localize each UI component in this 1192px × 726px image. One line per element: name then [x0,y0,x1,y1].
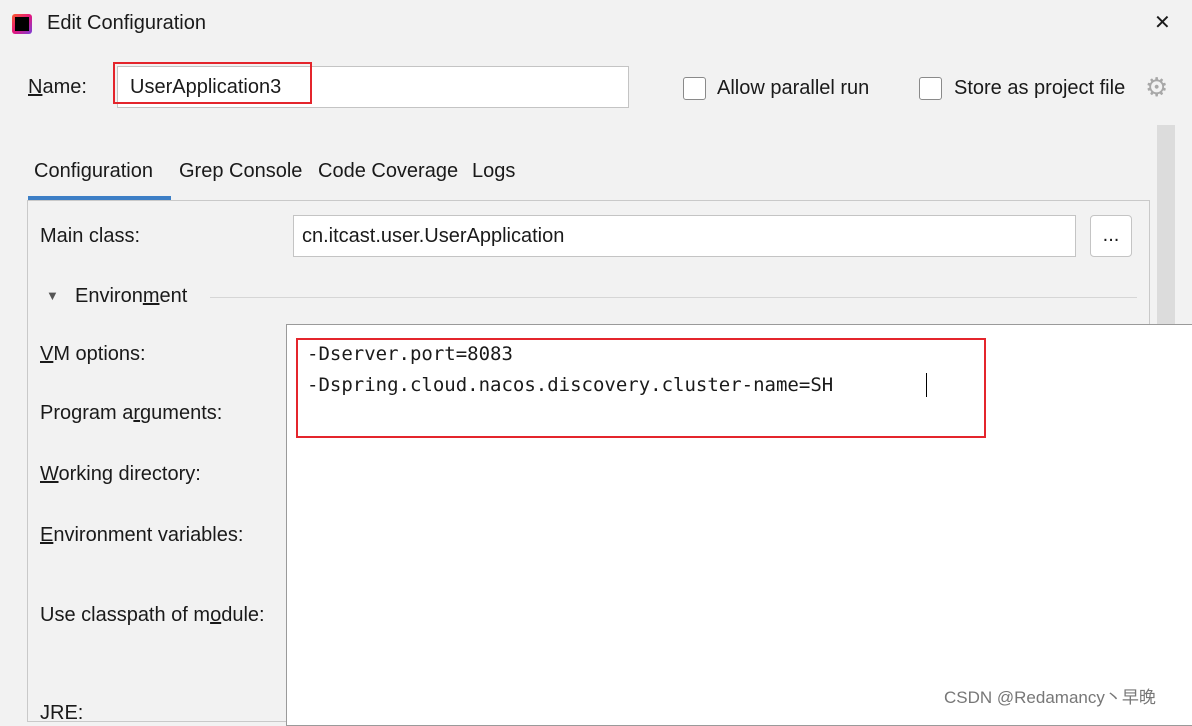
browse-label: ... [1102,224,1120,246]
environment-section-label[interactable]: Environment [75,285,187,308]
environment-variables-label: Environment variables: [40,524,244,546]
tab-grep-console[interactable]: Grep Console [179,160,302,183]
working-directory-label: Working directory: [40,463,201,485]
tab-code-coverage[interactable]: Code Coverage [318,160,458,183]
collapse-triangle-icon[interactable]: ▼ [46,288,59,303]
main-class-value: cn.itcast.user.UserApplication [302,225,565,247]
classpath-module-label: Use classpath of module: [40,604,265,626]
vm-options-label: VM options: [40,343,146,365]
browse-button[interactable]: ... [1090,215,1132,257]
tab-logs[interactable]: Logs [472,160,515,183]
gear-icon[interactable]: ⚙ [1145,72,1168,103]
watermark: CSDN @Redamancy丶早晚 [944,688,1156,707]
section-divider [210,297,1137,298]
window-title: Edit Configuration [47,12,206,34]
main-class-label: Main class: [40,225,141,247]
vm-options-highlight [296,338,986,438]
close-button[interactable]: ✕ [1154,10,1171,35]
program-arguments-label: Program arguments: [40,402,223,424]
app-logo-icon [12,14,32,34]
allow-parallel-label[interactable]: Allow parallel run [717,77,869,100]
name-highlight [113,62,312,104]
allow-parallel-checkbox[interactable] [683,77,706,100]
tab-configuration[interactable]: Configuration [34,160,153,183]
name-label: Name: [28,76,87,98]
store-project-checkbox[interactable] [919,77,942,100]
store-project-label[interactable]: Store as project file [954,77,1125,100]
